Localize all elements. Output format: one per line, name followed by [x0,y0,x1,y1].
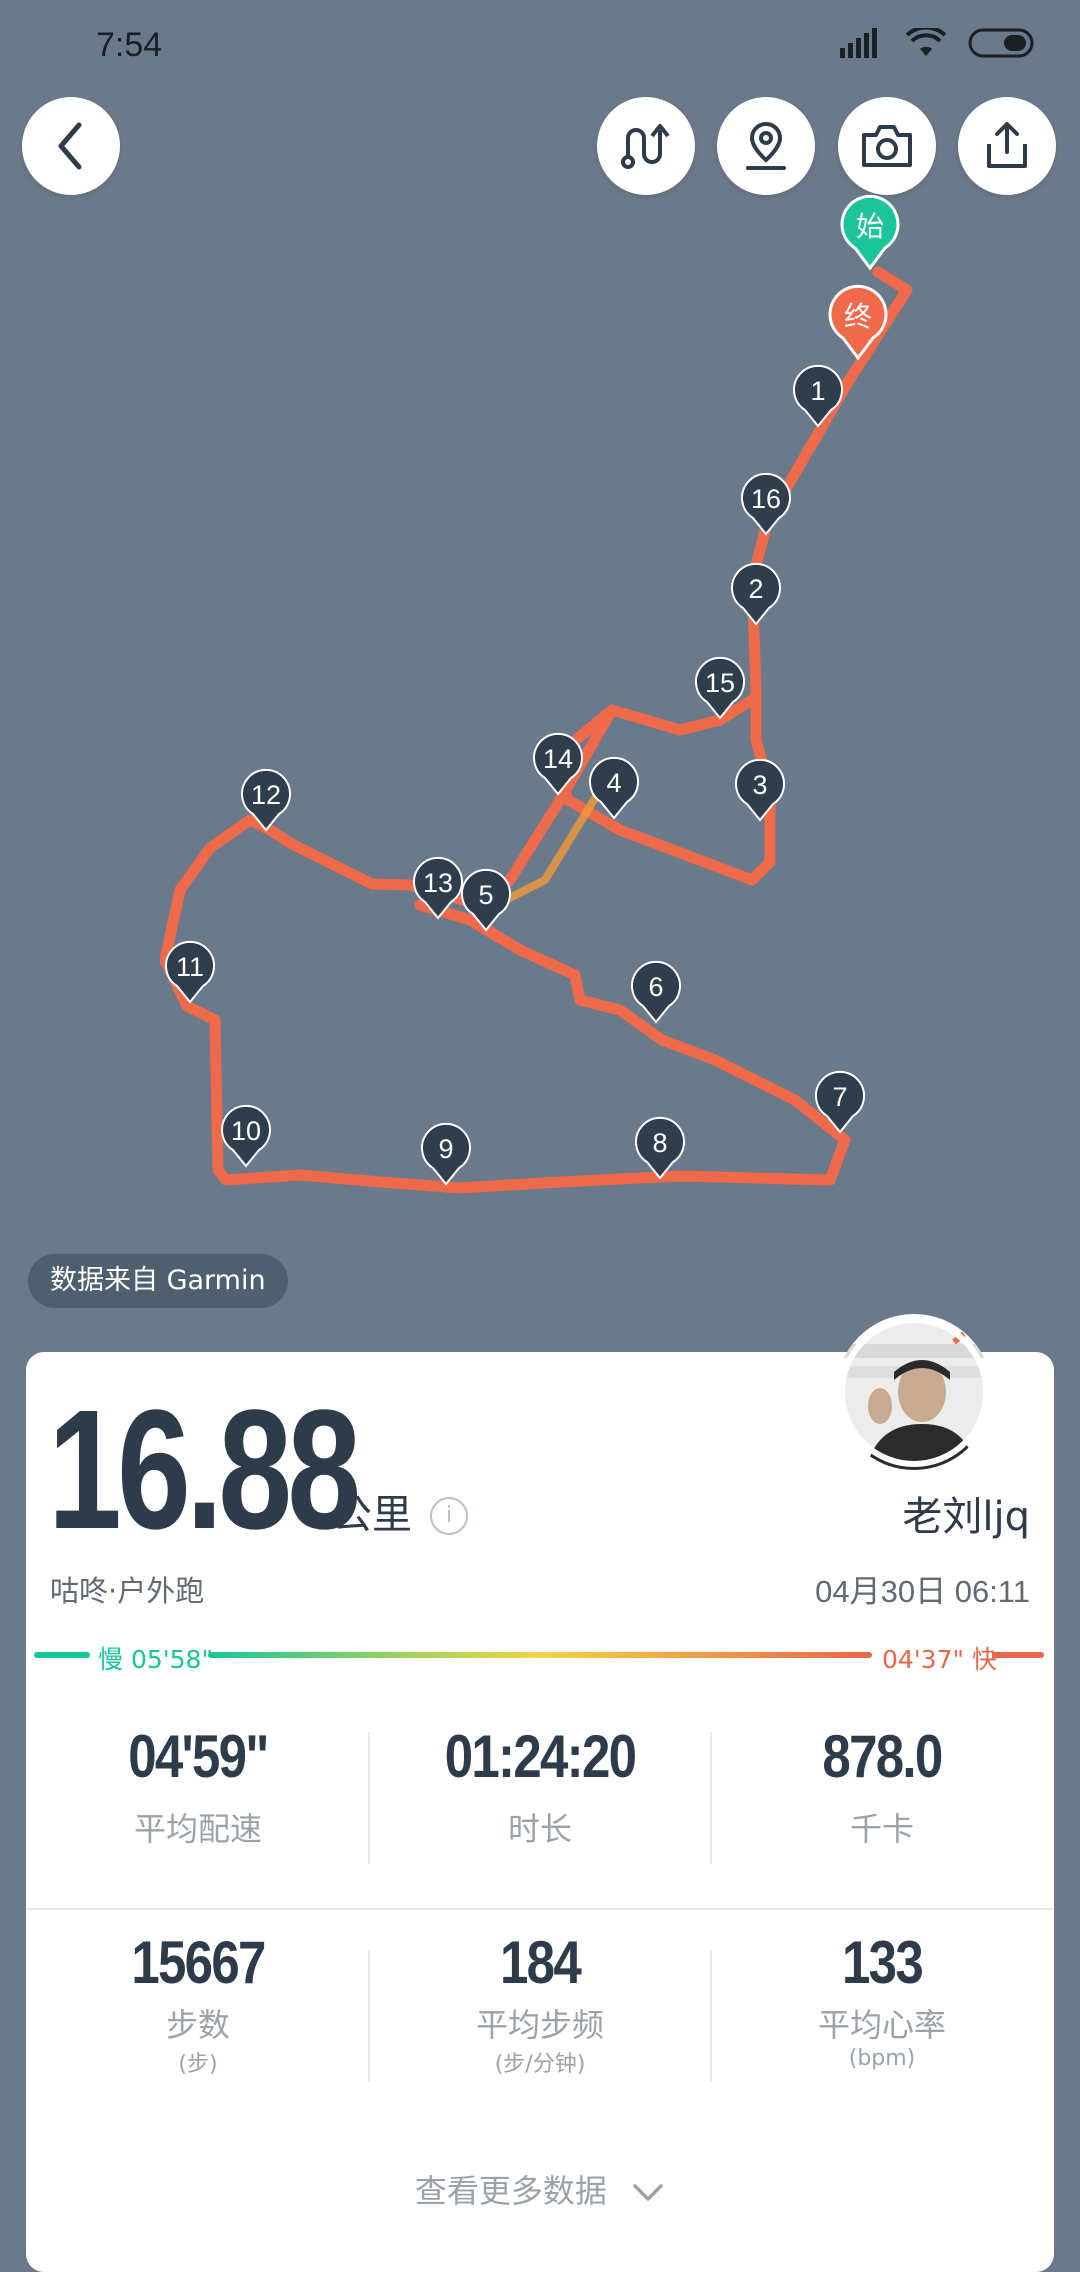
username[interactable]: 老刘ljq [902,1484,1030,1542]
svg-text:9: 9 [438,1134,453,1164]
distance-unit: 公里 [332,1492,412,1538]
more-data-button[interactable]: 查看更多数据 [0,2166,1080,2212]
svg-text:8: 8 [652,1128,667,1158]
chevron-down-icon [633,2184,663,2201]
avatar[interactable] [836,1314,992,1470]
pace-bar-left [34,1652,90,1658]
steps-label: 步数 [165,2006,230,2044]
duration-label: 时长 [507,1810,572,1848]
marker-4: 4 [589,756,639,820]
svg-text:14: 14 [543,744,573,774]
cadence-value: 184 [499,1929,582,1996]
status-time: 7:54 [96,26,163,64]
svg-text:1: 1 [810,376,825,406]
svg-text:2: 2 [748,574,763,604]
battery-icon [968,28,1034,58]
chevron-left-icon [58,122,82,170]
cadence-unit: (步/分钟) [494,2052,586,2077]
avg-pace-value: 04'59" [128,1723,269,1790]
marker-3: 3 [735,758,785,822]
calories-label: 千卡 [849,1810,914,1848]
route-markers: 1 16 2 15 14 4 3 12 13 5 11 6 7 10 9 8 [165,364,865,1186]
marker-8: 8 [635,1116,685,1180]
pace-fast-label: 04'37" 快 [882,1645,997,1674]
wifi-icon [906,28,946,56]
steps-unit: (步) [178,2052,218,2077]
svg-text:15: 15 [705,668,735,698]
data-source-tag: 数据来自 Garmin [28,1254,288,1308]
marker-9: 9 [421,1122,471,1186]
marker-16: 16 [741,472,791,536]
svg-text:13: 13 [423,868,453,898]
marker-6: 6 [631,960,681,1024]
svg-text:终: 终 [844,300,872,333]
marker-2: 2 [731,562,781,626]
activity-datetime: 04月30日 06:11 [815,1574,1030,1609]
start-marker: 始 [840,194,900,271]
info-icon[interactable]: i [430,1497,468,1535]
marker-11: 11 [165,940,215,1004]
end-marker: 终 [828,284,888,361]
svg-text:7: 7 [832,1082,847,1112]
activity-type: 咕咚·户外跑 [50,1574,205,1608]
heart-rate-label: 平均心率 [817,2006,946,2044]
share-icon [987,122,1027,168]
calories-value: 878.0 [822,1723,943,1790]
steps-value: 15667 [131,1929,266,1996]
route-icon [621,124,670,169]
distance-value: 16.88 [48,1375,361,1565]
marker-1: 1 [793,364,843,428]
signal-icon [840,28,877,58]
avatar-image [839,1317,989,1470]
pace-gradient-bar [208,1652,872,1658]
more-data-label: 查看更多数据 [414,2172,607,2210]
svg-text:5: 5 [478,880,493,910]
cadence-label: 平均步频 [475,2006,604,2044]
svg-text:6: 6 [648,972,663,1002]
map-pin-icon [746,121,786,170]
heart-rate-unit: (bpm) [848,2046,916,2071]
svg-text:10: 10 [231,1116,261,1146]
route-map[interactable]: 1 16 2 15 14 4 3 12 13 5 11 6 7 10 9 8 始… [0,180,1080,1240]
duration-value: 01:24:20 [444,1723,637,1790]
svg-text:12: 12 [251,780,281,810]
status-icons [840,28,1036,58]
marker-10: 10 [221,1104,271,1168]
svg-text:始: 始 [856,210,884,243]
camera-icon [862,125,912,167]
svg-text:16: 16 [751,484,781,514]
svg-text:3: 3 [752,770,767,800]
pace-bar-right [992,1652,1044,1658]
heart-rate-value: 133 [841,1929,924,1996]
section-divider [26,1908,1054,1910]
svg-text:11: 11 [176,952,204,982]
pace-slow-label: 慢 05'58" [98,1645,213,1674]
svg-text:4: 4 [606,768,621,798]
avg-pace-label: 平均配速 [133,1810,262,1848]
